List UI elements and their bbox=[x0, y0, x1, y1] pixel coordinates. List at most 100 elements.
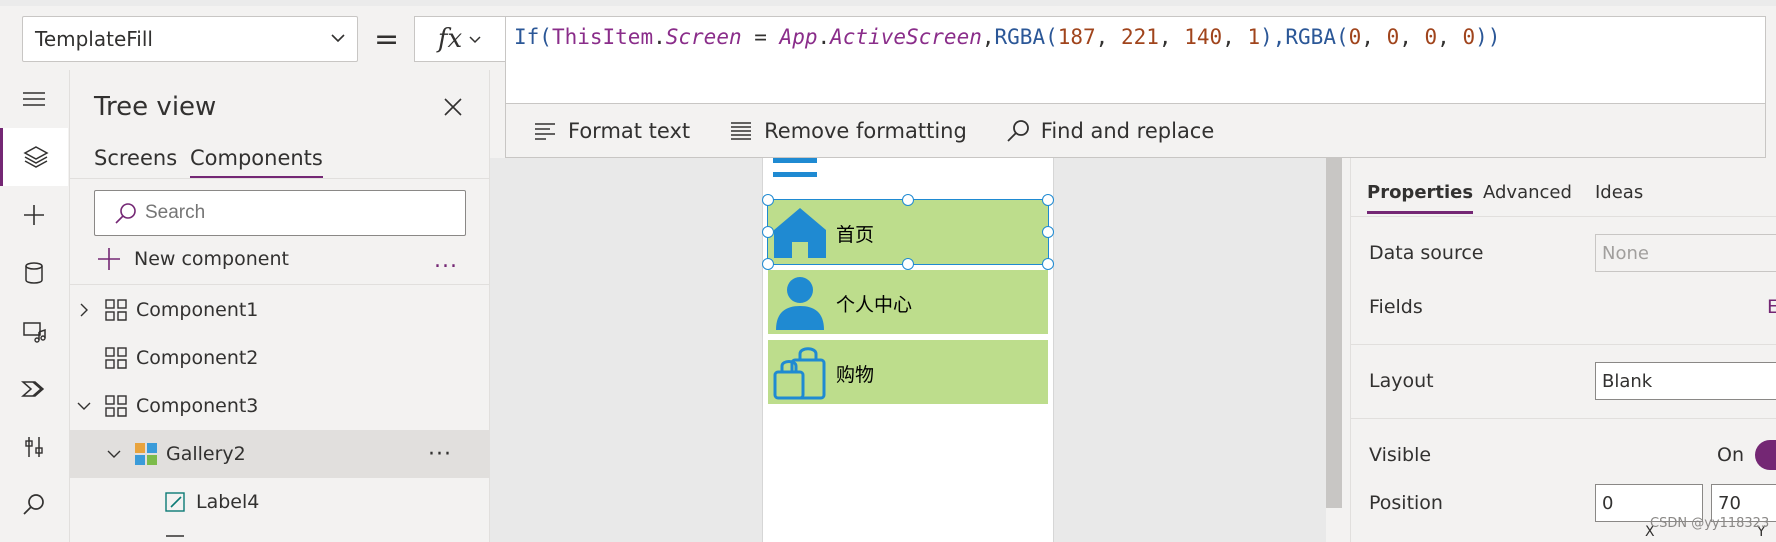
rail-tools[interactable] bbox=[0, 418, 68, 476]
component-icon bbox=[105, 299, 127, 321]
formula-token: . bbox=[817, 25, 831, 49]
tree-search-input[interactable] bbox=[145, 202, 425, 224]
tab-screens[interactable]: Screens bbox=[94, 146, 177, 176]
tree-view-title: Tree view bbox=[94, 92, 217, 122]
rail-insert[interactable] bbox=[0, 186, 68, 244]
menu-icon bbox=[23, 92, 45, 106]
resize-handle[interactable] bbox=[762, 258, 774, 270]
layout-dropdown[interactable]: Blank bbox=[1595, 362, 1776, 400]
tree-item-component1[interactable]: Component1 bbox=[70, 286, 490, 334]
fields-label: Fields bbox=[1369, 296, 1423, 318]
remove-formatting-button[interactable]: Remove formatting bbox=[728, 118, 967, 144]
formula-token: ThisItem bbox=[551, 25, 654, 49]
rail-tree-view[interactable] bbox=[0, 128, 68, 186]
plus-icon bbox=[98, 248, 120, 270]
gallery-item-home[interactable]: 首页 bbox=[767, 199, 1049, 265]
remove-formatting-icon bbox=[731, 121, 752, 140]
formula-token: , bbox=[1399, 25, 1425, 49]
new-component-button[interactable]: New component bbox=[96, 246, 289, 272]
menu-button[interactable] bbox=[0, 70, 68, 128]
formula-token: RGBA( bbox=[994, 25, 1058, 49]
data-icon bbox=[25, 262, 43, 284]
format-text-button[interactable]: Format text bbox=[532, 118, 690, 144]
close-icon[interactable] bbox=[440, 94, 466, 120]
properties-pane: Properties Advanced Ideas Data source No… bbox=[1350, 158, 1776, 542]
media-icon bbox=[23, 322, 46, 343]
position-label: Position bbox=[1369, 492, 1443, 514]
chevron-down-icon[interactable] bbox=[76, 398, 92, 414]
fx-button[interactable]: fx bbox=[414, 16, 506, 62]
formula-token: 187 bbox=[1057, 25, 1096, 49]
tree-item-label: Component1 bbox=[136, 299, 259, 321]
shopping-bags-icon bbox=[773, 347, 826, 400]
resize-handle[interactable] bbox=[1042, 258, 1054, 270]
tree-item-gallery2[interactable]: Gallery2 ··· bbox=[70, 430, 490, 478]
formula-token: If( bbox=[514, 25, 552, 49]
rail-search[interactable] bbox=[0, 476, 68, 534]
property-dropdown[interactable]: TemplateFill bbox=[22, 16, 358, 62]
more-options-button[interactable]: ... bbox=[434, 248, 458, 273]
divider bbox=[1351, 216, 1776, 217]
tab-properties[interactable]: Properties bbox=[1367, 182, 1474, 214]
find-replace-label: Find and replace bbox=[1040, 118, 1215, 143]
tab-components[interactable]: Components bbox=[190, 146, 323, 179]
more-options-button[interactable]: ··· bbox=[428, 442, 452, 467]
tree-item-label4[interactable]: Label4 bbox=[70, 478, 490, 526]
design-canvas[interactable]: 首页 个人中心 购物 bbox=[490, 158, 1342, 542]
visible-toggle[interactable] bbox=[1755, 440, 1776, 470]
resize-handle[interactable] bbox=[1042, 226, 1054, 238]
format-text-label: Format text bbox=[568, 118, 691, 143]
top-strip bbox=[0, 0, 1776, 6]
resize-handle[interactable] bbox=[902, 194, 914, 206]
tree-item-label: Gallery2 bbox=[166, 443, 246, 465]
tree-item-label: Label4 bbox=[196, 491, 260, 513]
equals-sign: = bbox=[374, 22, 400, 57]
tree-item-component2[interactable]: Component2 bbox=[70, 334, 490, 382]
formula-token: 0 bbox=[1462, 25, 1476, 49]
visible-label: Visible bbox=[1369, 444, 1432, 466]
formula-token: , bbox=[1437, 25, 1463, 49]
resize-handle[interactable] bbox=[762, 226, 774, 238]
gallery-item-profile[interactable]: 个人中心 bbox=[768, 270, 1048, 334]
component-preview[interactable]: 首页 个人中心 购物 bbox=[762, 158, 1054, 542]
power-automate-icon bbox=[21, 381, 45, 397]
formula-toolbar: Format text Remove formatting Find and r… bbox=[505, 104, 1766, 158]
gallery-item-label: 个人中心 bbox=[836, 294, 913, 316]
tab-ideas[interactable]: Ideas bbox=[1595, 182, 1643, 211]
formula-text[interactable]: If(ThisItem.Screen = App.ActiveScreen,RG… bbox=[514, 25, 1500, 49]
divider bbox=[1351, 418, 1776, 419]
resize-handle[interactable] bbox=[762, 194, 774, 206]
chevron-down-icon[interactable] bbox=[106, 446, 122, 462]
formula-token: , bbox=[981, 25, 995, 49]
formula-token: Screen bbox=[665, 25, 742, 49]
tab-advanced[interactable]: Advanced bbox=[1483, 182, 1572, 211]
canvas-scrollbar-thumb[interactable] bbox=[1326, 158, 1342, 508]
gallery-item-shopping[interactable]: 购物 bbox=[768, 340, 1048, 404]
remove-formatting-label: Remove formatting bbox=[764, 118, 967, 143]
tree-search-box[interactable] bbox=[94, 190, 466, 236]
formula-token: , bbox=[1361, 25, 1387, 49]
chevron-down-icon bbox=[469, 36, 481, 44]
chevron-right-icon[interactable] bbox=[76, 302, 92, 318]
rail-media[interactable] bbox=[0, 302, 68, 360]
find-replace-button[interactable]: Find and replace bbox=[1005, 118, 1214, 144]
divider bbox=[70, 178, 490, 179]
rail-power-automate[interactable] bbox=[0, 360, 68, 418]
hamburger-icon[interactable] bbox=[773, 158, 817, 182]
rail-data[interactable] bbox=[0, 244, 68, 302]
tree-item-component3[interactable]: Component3 bbox=[70, 382, 490, 430]
tree-view-panel: Tree view Screens Components New compone… bbox=[70, 70, 490, 542]
data-source-dropdown[interactable]: None bbox=[1595, 234, 1776, 272]
person-icon bbox=[776, 277, 824, 330]
new-component-label: New component bbox=[134, 248, 289, 270]
data-source-label: Data source bbox=[1369, 242, 1484, 264]
resize-handle[interactable] bbox=[1042, 194, 1054, 206]
label-edit-icon bbox=[165, 492, 185, 512]
resize-handle[interactable] bbox=[902, 258, 914, 270]
tree-item-label: Component2 bbox=[136, 347, 259, 369]
visible-state: On bbox=[1717, 444, 1744, 466]
fields-edit-link[interactable]: E bbox=[1767, 296, 1776, 318]
formula-editor[interactable]: If(ThisItem.Screen = App.ActiveScreen,RG… bbox=[505, 16, 1766, 104]
formula-token: = bbox=[741, 25, 780, 49]
power-apps-studio: TemplateFill = fx If(ThisItem. Screen = A… bbox=[0, 0, 1776, 542]
